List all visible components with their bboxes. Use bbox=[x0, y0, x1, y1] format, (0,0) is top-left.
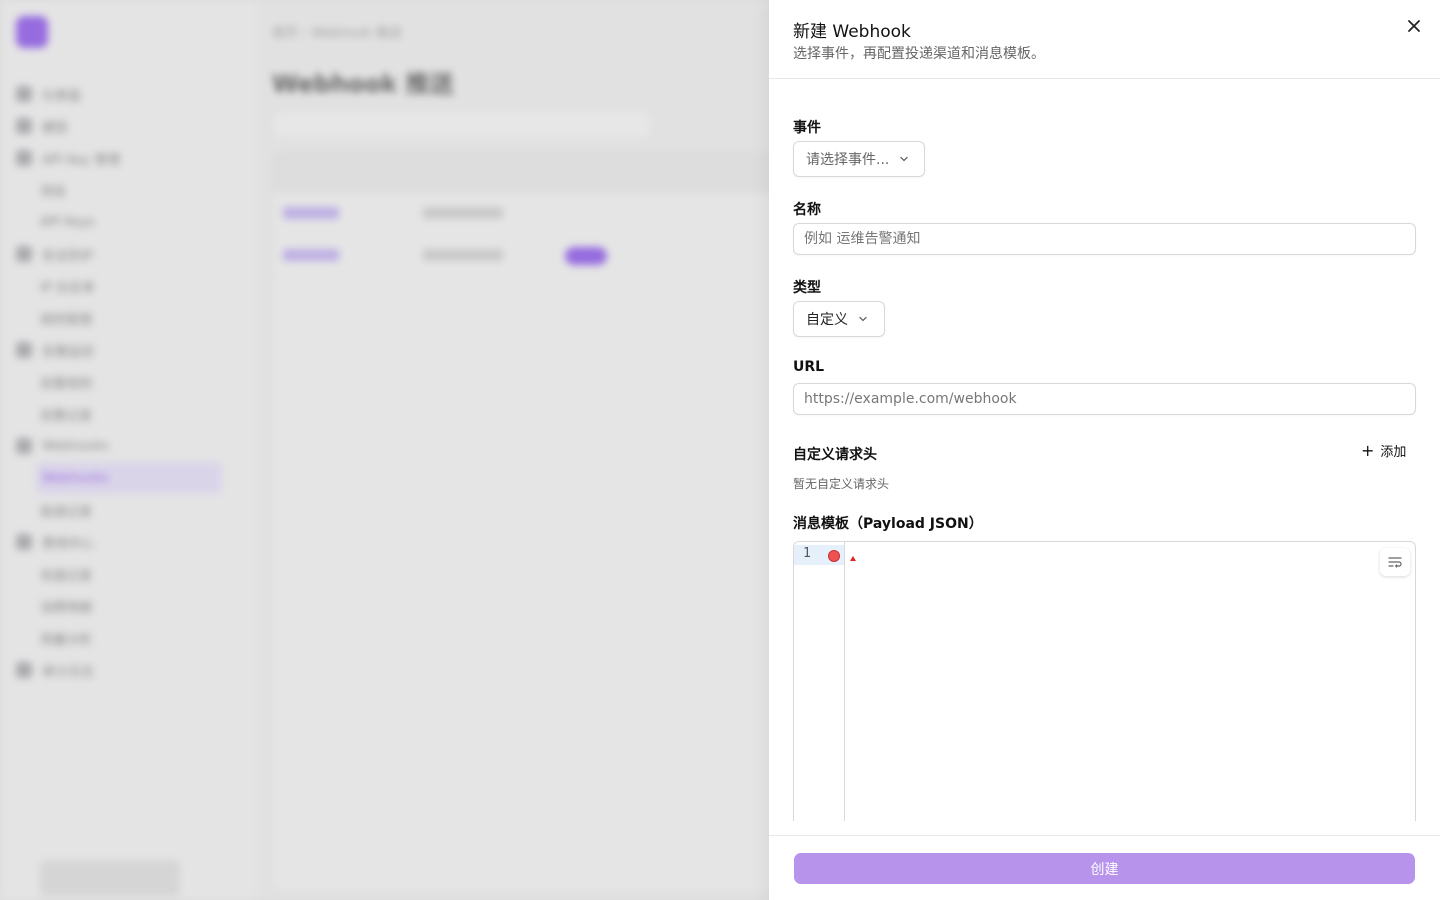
new-webhook-drawer: 新建 Webhook 选择事件，再配置投递渠道和消息模板。 事件 请选择事件..… bbox=[769, 0, 1440, 900]
error-caret-icon bbox=[850, 556, 856, 561]
add-header-label: 添加 bbox=[1380, 445, 1407, 460]
event-select-value: 请选择事件... bbox=[806, 152, 890, 168]
chevron-down-icon bbox=[900, 156, 909, 162]
editor-gutter: 1 bbox=[794, 542, 845, 821]
plus-icon: + bbox=[1361, 440, 1375, 460]
line-number: 1 bbox=[803, 546, 811, 561]
name-input[interactable] bbox=[793, 223, 1416, 255]
create-button[interactable]: 创建 bbox=[794, 853, 1415, 884]
drawer-subtitle: 选择事件，再配置投递渠道和消息模板。 bbox=[793, 46, 1045, 62]
wrap-lines-icon[interactable] bbox=[1380, 548, 1410, 576]
type-select[interactable]: 自定义 bbox=[793, 301, 885, 337]
drawer-title: 新建 Webhook bbox=[793, 22, 911, 42]
url-input[interactable] bbox=[793, 383, 1416, 415]
add-header-button[interactable]: + 添加 bbox=[1361, 441, 1406, 460]
type-select-value: 自定义 bbox=[806, 312, 848, 328]
modal-overlay[interactable] bbox=[0, 0, 769, 900]
event-select[interactable]: 请选择事件... bbox=[793, 141, 925, 177]
type-label: 类型 bbox=[793, 280, 821, 296]
chevron-down-icon bbox=[859, 316, 867, 322]
headers-label: 自定义请求头 bbox=[793, 447, 877, 463]
event-label: 事件 bbox=[793, 120, 821, 136]
payload-editor[interactable]: 1 bbox=[793, 541, 1416, 821]
name-label: 名称 bbox=[793, 202, 821, 218]
headers-empty-text: 暂无自定义请求头 bbox=[793, 477, 890, 491]
payload-label: 消息模板（Payload JSON） bbox=[793, 516, 983, 532]
drawer-footer: 创建 bbox=[769, 835, 1440, 900]
url-label: URL bbox=[793, 359, 825, 375]
close-icon[interactable] bbox=[1404, 16, 1424, 36]
drawer-header: 新建 Webhook 选择事件，再配置投递渠道和消息模板。 bbox=[769, 0, 1440, 79]
error-marker-icon[interactable] bbox=[828, 550, 840, 562]
